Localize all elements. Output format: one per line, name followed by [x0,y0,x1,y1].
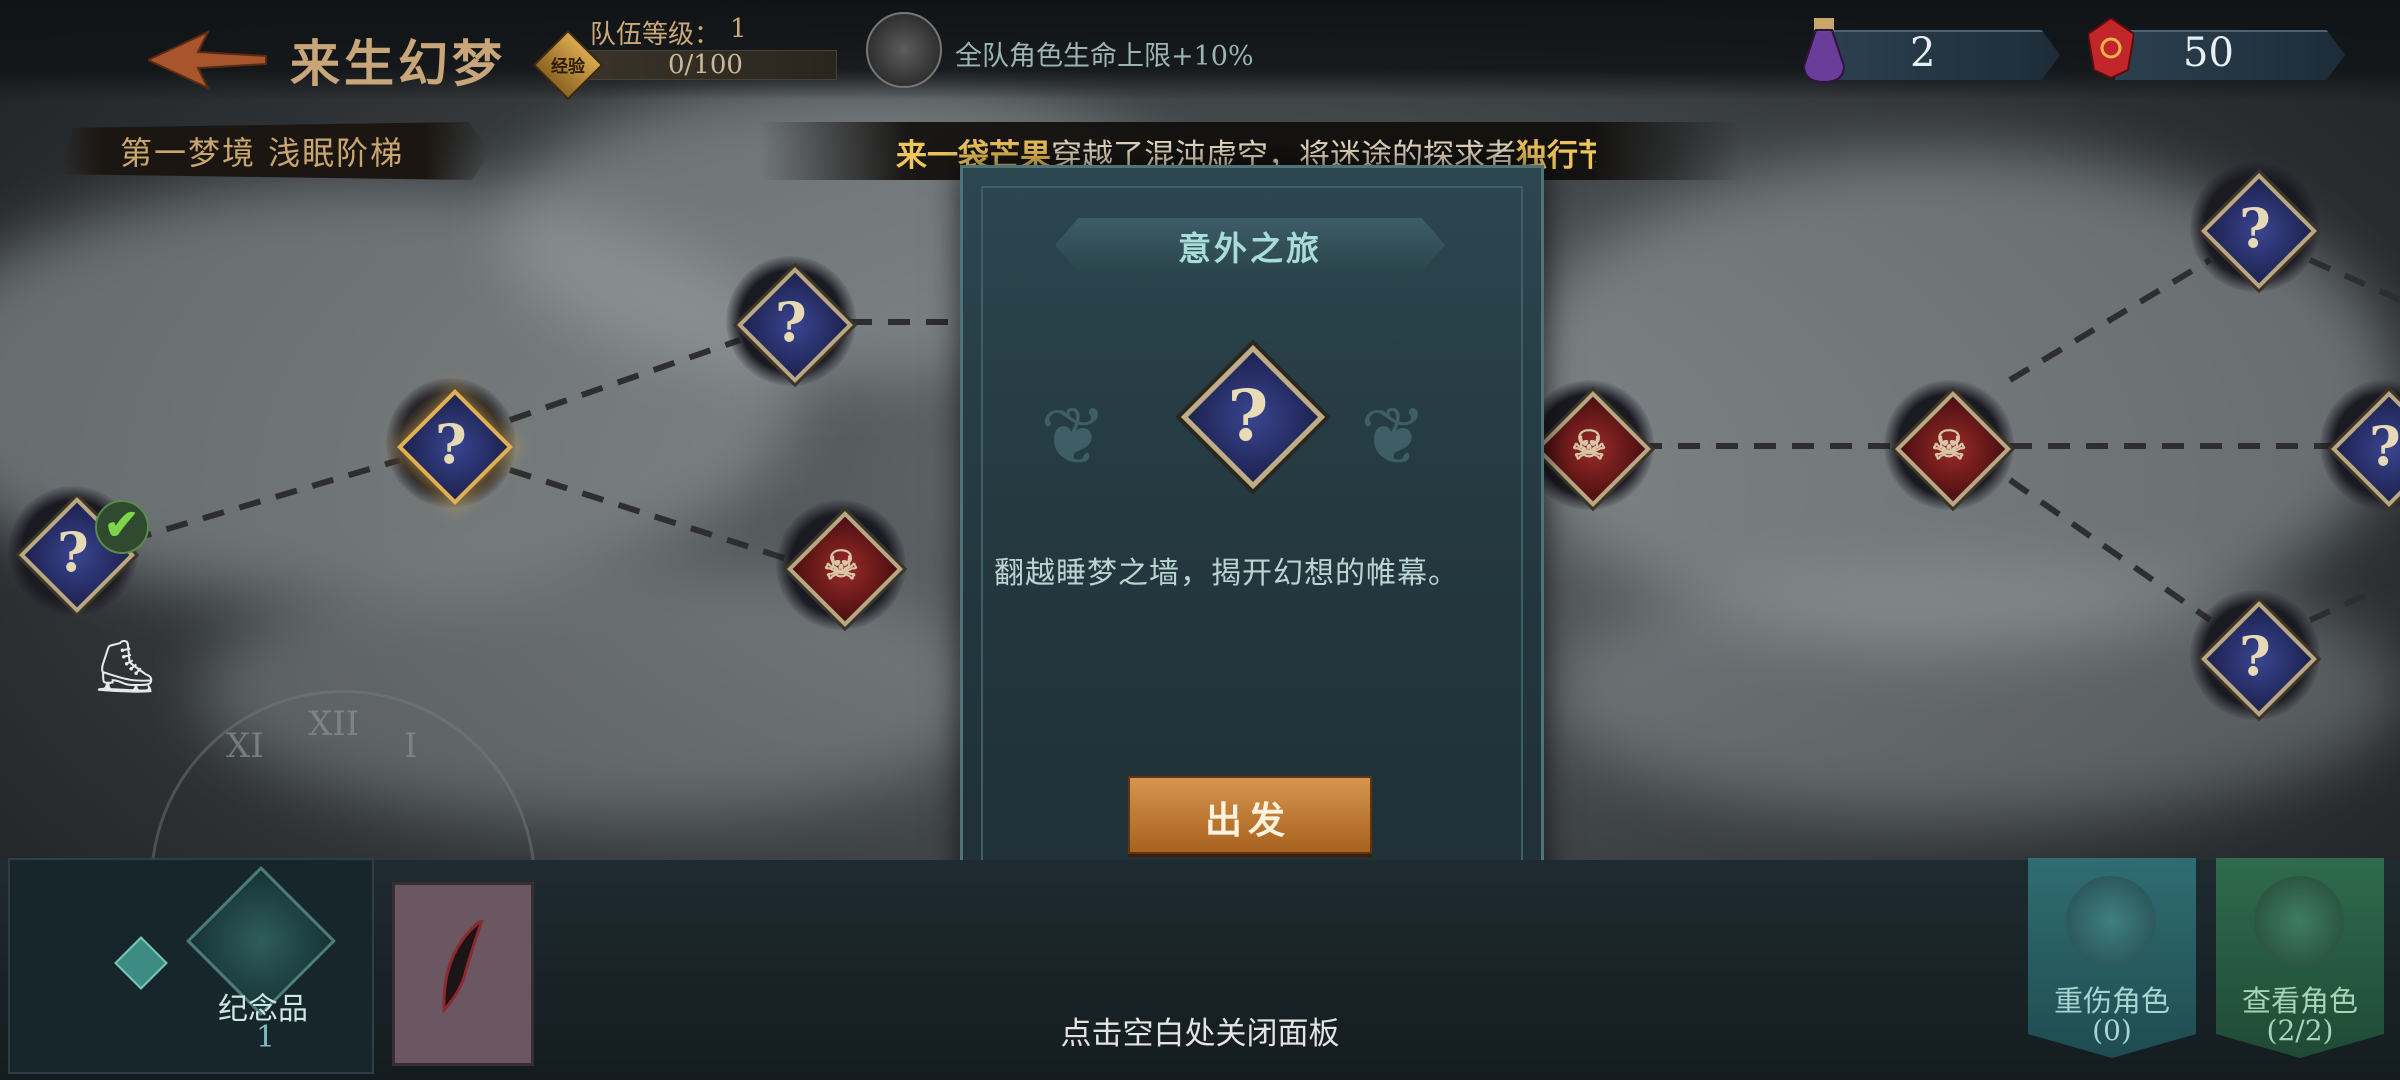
back-arrow-icon[interactable] [148,30,268,90]
exp-value: 0/100 [668,50,743,80]
potion-icon [1802,18,1846,84]
gem-count: 50 [2183,30,2234,76]
buff-description: 全队角色生命上限+10% [955,41,1254,72]
question-icon: ? [2239,196,2271,260]
hood-icon [2254,876,2344,966]
map-node-mystery[interactable]: ? [2190,162,2320,292]
team-level-value: 1 [730,14,747,44]
gem-icon [2088,18,2134,78]
skull-icon: ☠ [1931,422,1967,469]
potion-count: 2 [1910,30,1936,76]
panel-title: 意外之旅 [1178,229,1322,268]
question-icon: ? [775,290,807,354]
skull-icon: ☠ [823,542,859,589]
page-title: 来生幻梦 [290,34,506,93]
feather-item-icon [442,920,484,1014]
ornament-icon: ❦ [1040,390,1108,483]
question-icon: ? [2239,624,2271,688]
map-node-current[interactable]: ? [386,378,516,508]
event-description: 翻越睡梦之墙，揭开幻想的帷幕。 [994,556,1459,591]
close-panel-hint[interactable]: 点击空白处关闭面板 [1000,1008,1400,1053]
depart-button-label[interactable]: 出发 [1128,790,1368,844]
map-node-mystery[interactable]: ? [2190,590,2320,720]
souvenir-count: 1 [256,1020,276,1055]
buff-emblem-icon[interactable] [866,12,942,88]
map-node-enemy[interactable]: ☠ [776,500,906,630]
exp-badge-label: 经验 [551,57,585,77]
question-icon: ? [1227,374,1269,457]
boot-icon: ⛸ [92,637,159,697]
view-count: (2/2) [2266,1014,2334,1047]
skull-icon: ☠ [1571,422,1607,469]
question-icon: ? [2369,414,2400,478]
ornament-icon: ❦ [1360,390,1428,483]
map-node-mystery[interactable]: ? [2320,380,2400,510]
potion-counter [1830,30,2060,80]
axe-icon [2066,876,2156,966]
event-icon: ? [1172,336,1326,490]
map-node-enemy[interactable]: ☠ [1884,380,2014,510]
map-node-mystery[interactable]: ? [726,256,856,386]
stage-name: 第一梦境 浅眠阶梯 [120,134,405,172]
check-icon: ✔ [104,500,140,549]
map-node-enemy[interactable]: ☠ [1524,380,1654,510]
injured-count: (0) [2092,1014,2132,1047]
question-icon: ? [435,412,467,476]
souvenir-panel [8,858,374,1074]
team-level-label: 队伍等级： [590,20,721,50]
